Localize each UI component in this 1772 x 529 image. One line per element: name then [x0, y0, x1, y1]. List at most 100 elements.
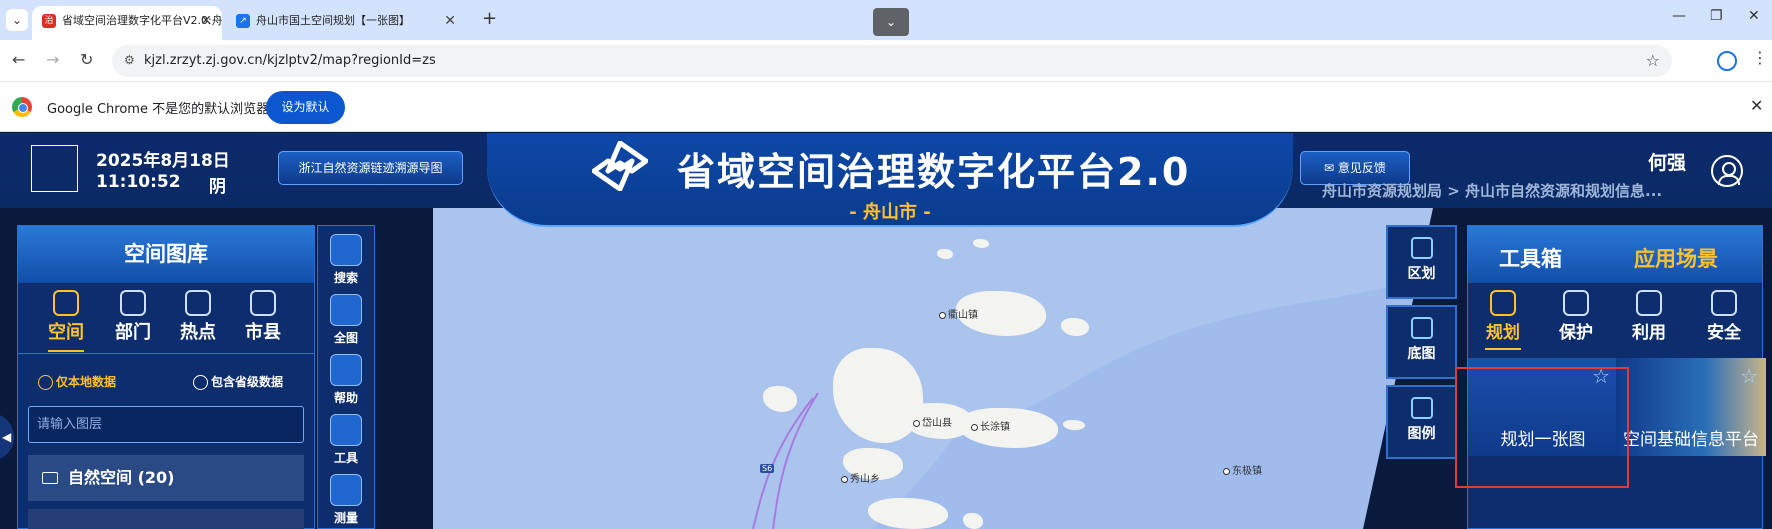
- minimize-icon[interactable]: —: [1672, 8, 1686, 24]
- restore-icon[interactable]: ❐: [1710, 8, 1723, 24]
- page-title: 省域空间治理数字化平台2.0: [677, 150, 1191, 194]
- user-name: 何强: [1648, 152, 1687, 174]
- shield-icon: [185, 290, 211, 316]
- tab-title: 舟山市国土空间规划【一张图】: [256, 14, 410, 27]
- category-department[interactable]: 部门: [103, 290, 163, 344]
- layer-library-panel: 空间图库 空间 部门 热点 市县 仅本地数据 包含省级数据 请输入图层 自然空间: [17, 225, 315, 529]
- category-protection[interactable]: 保护: [1546, 290, 1606, 343]
- new-tab-button[interactable]: +: [482, 8, 497, 29]
- date-text: 2025年8月18日: [96, 151, 230, 171]
- close-tab-icon[interactable]: ✕: [200, 6, 212, 36]
- folder-row[interactable]: [28, 509, 304, 529]
- category-county[interactable]: 市县: [233, 290, 293, 344]
- scene-card-info-platform[interactable]: ☆ 空间基础信息平台: [1616, 358, 1766, 456]
- forward-icon[interactable]: →: [46, 50, 59, 69]
- building-icon: [1563, 290, 1589, 316]
- folder-natural-space[interactable]: 自然空间 (20): [28, 455, 304, 501]
- category-utilization[interactable]: 利用: [1619, 290, 1679, 343]
- category-hotspot[interactable]: 热点: [168, 290, 228, 344]
- option-label: 仅本地数据: [56, 375, 117, 389]
- radio-icon: [38, 375, 53, 390]
- collapse-left-panel-icon[interactable]: ◀: [0, 413, 14, 461]
- island: [937, 249, 953, 259]
- tab-toolbox[interactable]: 工具箱: [1499, 243, 1562, 273]
- tab-search-button[interactable]: ⌄: [6, 9, 28, 31]
- browser-tab[interactable]: ↗ 舟山市国土空间规划【一张图】 ✕: [226, 6, 466, 40]
- district-button[interactable]: 区划: [1386, 225, 1457, 299]
- category-label: 安全: [1707, 323, 1741, 343]
- category-safety[interactable]: 安全: [1694, 290, 1754, 343]
- chevron-down-icon[interactable]: ⌄: [873, 8, 909, 36]
- province-data-option[interactable]: 包含省级数据: [193, 373, 283, 390]
- browser-toolbar: ← → ↻ ⚙ kjzl.zrzyt.zj.gov.cn/kjzlptv2/ma…: [0, 40, 1772, 82]
- site-favicon-icon: 治: [42, 14, 56, 28]
- button-label: 底图: [1407, 346, 1436, 362]
- more-menu-icon[interactable]: ⋮: [1752, 48, 1768, 67]
- back-icon[interactable]: ←: [12, 50, 25, 69]
- tool-measure[interactable]: 测量: [318, 474, 374, 526]
- reload-icon[interactable]: ↻: [80, 50, 93, 69]
- trace-map-button[interactable]: 浙江自然资源链迹溯源导图: [278, 151, 463, 185]
- folder-label: 自然空间: [68, 468, 133, 487]
- category-label: 规划: [1486, 323, 1520, 343]
- shield-icon: [1636, 290, 1662, 316]
- cube-icon: [53, 290, 79, 316]
- platform-logo-icon: [592, 141, 648, 191]
- address-bar[interactable]: ⚙ kjzl.zrzyt.zj.gov.cn/kjzlptv2/map?regi…: [112, 45, 1672, 77]
- site-favicon-icon: ↗: [236, 14, 250, 28]
- tool-search[interactable]: 搜索: [318, 234, 374, 286]
- place-label: 岱山县: [913, 414, 952, 429]
- favorite-star-icon[interactable]: ☆: [1740, 364, 1758, 388]
- pencil-icon: [330, 414, 362, 446]
- map-features: [752, 278, 1433, 529]
- option-label: 包含省级数据: [211, 375, 284, 389]
- basemap-button[interactable]: 底图: [1386, 305, 1457, 379]
- user-avatar-icon[interactable]: [1711, 155, 1743, 187]
- ruler-icon: [330, 474, 362, 506]
- radio-icon: [193, 375, 208, 390]
- weather-text: 阴: [209, 177, 226, 197]
- map-canvas[interactable]: 衢山镇 岱山县 长涂镇 东极镇 秀山乡 S6: [433, 208, 1433, 529]
- selection-highlight: [1455, 367, 1629, 488]
- tab-scenarios[interactable]: 应用场景: [1634, 243, 1718, 273]
- island: [1063, 420, 1085, 430]
- button-label: 图例: [1407, 426, 1436, 442]
- island: [963, 513, 983, 529]
- close-window-icon[interactable]: ✕: [1748, 8, 1760, 24]
- site-info-icon[interactable]: ⚙: [124, 53, 135, 67]
- active-underline: [1485, 348, 1521, 350]
- tool-fullmap[interactable]: 全图: [318, 294, 374, 346]
- app-header: 2025年8月18日 11:10:52 阴 浙江自然资源链迹溯源导图 省域空间治…: [0, 133, 1772, 227]
- tool-help[interactable]: 帮助: [318, 354, 374, 406]
- browser-tab-strip: ⌄ 治 省域空间治理数字化平台V2.0:舟 ✕ ↗ 舟山市国土空间规划【一张图】…: [0, 0, 1772, 40]
- set-default-button[interactable]: 设为默认: [266, 91, 345, 124]
- profile-icon[interactable]: [1717, 51, 1737, 71]
- building-icon: [120, 290, 146, 316]
- url-text: kjzl.zrzyt.zj.gov.cn/kjzlptv2/map?region…: [144, 53, 436, 68]
- close-tab-icon[interactable]: ✕: [444, 6, 456, 36]
- folder-icon: [42, 472, 58, 484]
- tab-title: 省域空间治理数字化平台V2.0:舟: [62, 14, 222, 27]
- category-planning[interactable]: 规划: [1473, 290, 1533, 350]
- local-data-option[interactable]: 仅本地数据: [38, 373, 116, 390]
- category-space[interactable]: 空间: [36, 290, 96, 352]
- search-icon: [330, 234, 362, 266]
- title-plate: 省域空间治理数字化平台2.0 - 舟山市 -: [487, 133, 1293, 227]
- layer-search-input[interactable]: 请输入图层: [28, 406, 304, 443]
- legend-button[interactable]: 图例: [1386, 385, 1457, 459]
- database-icon: [330, 354, 362, 386]
- bookmark-star-icon[interactable]: ☆: [1646, 51, 1660, 70]
- region-subtitle: - 舟山市 -: [849, 202, 931, 223]
- star-icon: [1711, 290, 1737, 316]
- right-panel-header: 工具箱 应用场景: [1468, 226, 1762, 283]
- close-infobar-icon[interactable]: ✕: [1750, 96, 1763, 115]
- category-label: 利用: [1632, 323, 1666, 343]
- tool-label: 搜索: [333, 271, 358, 285]
- legend-icon: [1410, 397, 1433, 419]
- active-underline: [48, 350, 84, 352]
- place-label: 秀山乡: [841, 470, 880, 485]
- breadcrumb[interactable]: 舟山市资源规划局 > 舟山市自然资源和规划信息...: [1322, 180, 1662, 201]
- browser-tab-active[interactable]: 治 省域空间治理数字化平台V2.0:舟 ✕: [32, 6, 222, 40]
- tool-tools[interactable]: 工具: [318, 414, 374, 466]
- app-root: 衢山镇 岱山县 长涂镇 东极镇 秀山乡 S6 2025年8月18日 11:10:…: [0, 133, 1772, 529]
